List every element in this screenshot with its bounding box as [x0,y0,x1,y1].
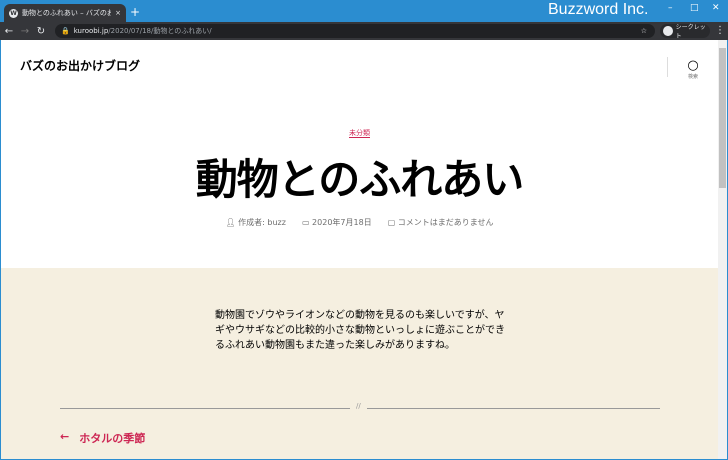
star-icon[interactable]: ☆ [641,27,647,35]
site-title[interactable]: バズのお出かけブログ [20,57,140,74]
user-icon: 👤︎ [225,218,239,227]
search-label: 検索 [687,74,698,80]
browser-tab[interactable]: W 動物とのふれあい – バズのお出かけブ × [4,4,126,22]
browser-toolbar: ← → ↻ 🔒 kuroobi.jp /2020/07/18/動物とのふれあい/… [0,22,728,40]
search-icon: ○ [687,58,699,73]
previous-post-link[interactable]: ← ホタルの季節 [60,430,145,446]
forward-icon[interactable]: → [18,26,32,37]
post-body-section: 動物園でゾウやライオンなどの動物を見るのも楽しいですが、ヤギやウサギなどの比較的… [1,268,718,459]
menu-icon[interactable]: ⋮ [715,25,725,36]
post-title: 動物とのふれあい [195,155,525,204]
scrollbar[interactable] [718,40,727,459]
incognito-badge[interactable]: シークレット [660,24,710,40]
arrow-left-icon: ← [60,430,70,443]
calendar-icon: ▭ [301,218,313,227]
tab-title: 動物とのふれあい – バズのお出かけブ [22,9,112,17]
new-tab-button[interactable]: + [130,5,140,19]
post-meta: 👤︎ 作成者: buzz ▭ 2020年7月18日 ▢ コメントはまだありません [1,217,718,228]
incognito-icon [663,26,673,36]
post-body: 動物園でゾウやライオンなどの動物を見るのも楽しいですが、ヤギやウサギなどの比較的… [215,310,505,351]
date-link[interactable]: 2020年7月18日 [312,218,372,227]
title-bar: W 動物とのふれあい – バズのお出かけブ × + Buzzword Inc. … [0,0,728,22]
author-link[interactable]: 作成者: buzz [238,218,286,227]
url-domain: kuroobi.jp [73,27,109,35]
date-meta: ▭ 2020年7月18日 [302,217,372,228]
divider-mark: // [350,402,367,410]
category-link[interactable]: 未分類 [1,128,718,138]
incognito-label: シークレット [675,24,706,40]
tab-close-button[interactable]: × [115,9,121,17]
maximize-button[interactable]: □ [690,3,699,13]
page-content: バズのお出かけブログ ○ 検索 未分類 動物とのふれあい 👤︎ 作成者: buz… [1,40,718,459]
category-label[interactable]: 未分類 [349,129,370,138]
reload-icon[interactable]: ↻ [34,26,48,37]
comments-link[interactable]: コメントはまだありません [398,218,494,227]
url-path: /2020/07/18/動物とのふれあい/ [108,27,212,35]
comment-icon: ▢ [387,218,398,227]
minimize-button[interactable]: – [668,3,673,13]
wordpress-icon: W [9,8,18,18]
lock-icon: 🔒 [61,27,70,35]
header-divider [667,57,668,77]
back-icon[interactable]: ← [2,26,16,37]
comments-meta: ▢ コメントはまだありません [388,217,494,228]
close-window-button[interactable]: ✕ [712,3,720,13]
search-button[interactable]: ○ 検索 [681,58,705,80]
author-meta: 👤︎ 作成者: buzz [225,217,286,228]
brand-watermark: Buzzword Inc. [548,1,649,18]
previous-post-title[interactable]: ホタルの季節 [79,430,145,446]
section-divider: // [60,402,660,410]
address-bar[interactable]: 🔒 kuroobi.jp /2020/07/18/動物とのふれあい/ ☆ [55,24,655,38]
scrollbar-thumb[interactable] [719,48,726,188]
